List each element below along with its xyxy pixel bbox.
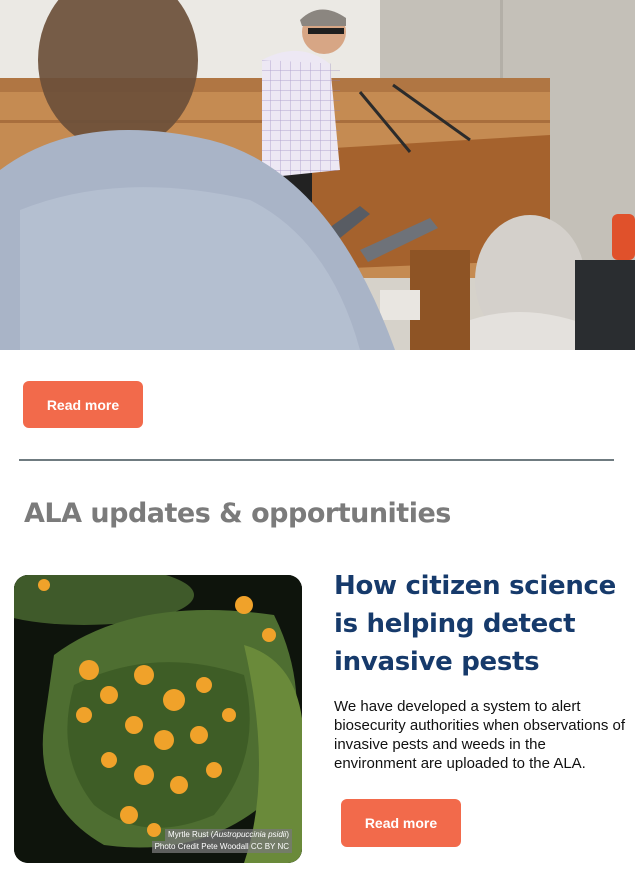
article-read-more-button[interactable]: Read more xyxy=(341,799,461,847)
hero-photo xyxy=(0,0,635,350)
image-caption-line2: Photo Credit Pete Woodall CC BY NC xyxy=(151,841,292,853)
article-title[interactable]: How citizen science is helping detect in… xyxy=(334,567,624,681)
article-image[interactable]: Myrtle Rust (Austropuccinia psidii) Phot… xyxy=(14,575,302,863)
myrtle-rust-leaf-illustration xyxy=(14,575,302,863)
hero-photo-illustration xyxy=(0,0,635,350)
article-body: We have developed a system to alert bios… xyxy=(334,698,625,772)
image-caption: Myrtle Rust (Austropuccinia psidii) Phot… xyxy=(151,829,292,853)
section-heading: ALA updates & opportunities xyxy=(24,498,451,529)
section-divider xyxy=(19,459,614,461)
image-caption-line1: Myrtle Rust (Austropuccinia psidii) xyxy=(165,829,292,841)
read-more-button[interactable]: Read more xyxy=(23,381,143,428)
